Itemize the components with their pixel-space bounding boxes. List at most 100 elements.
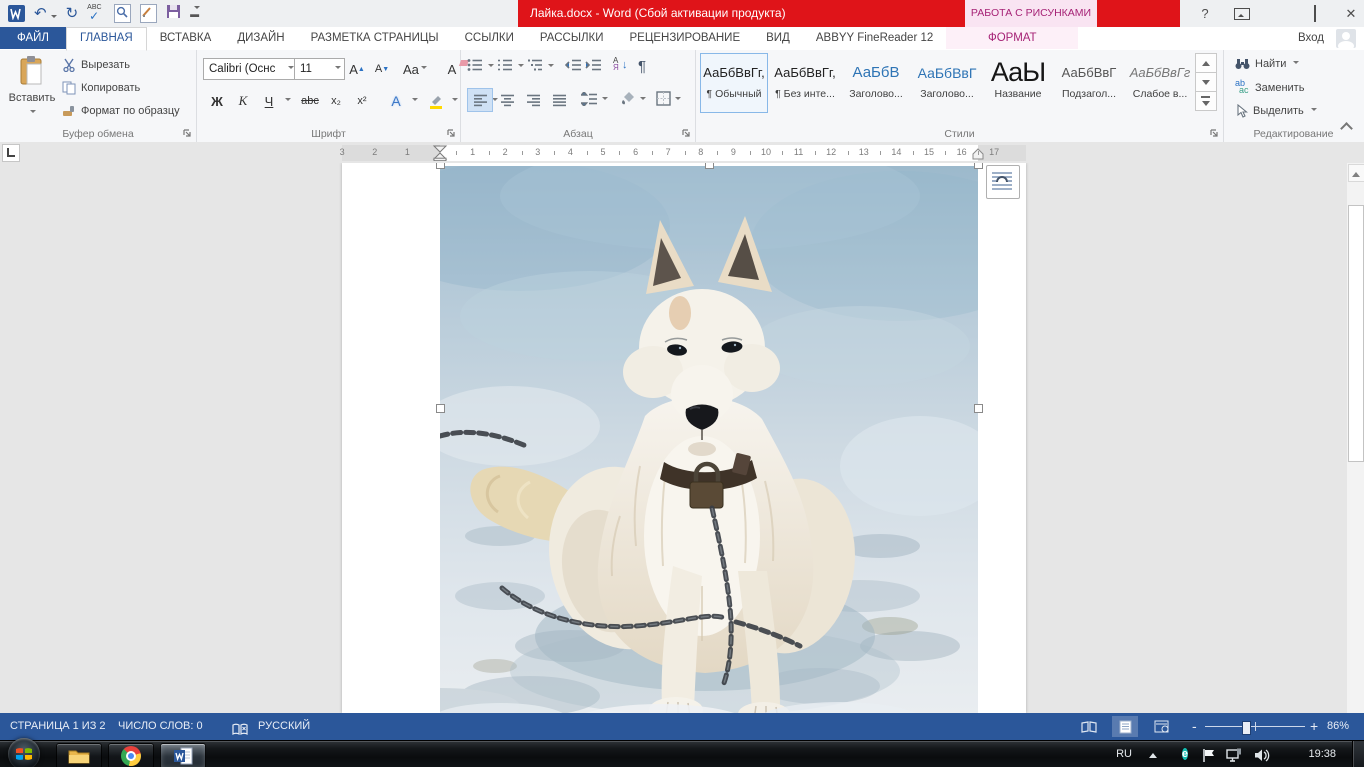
read-mode-button[interactable]	[1076, 716, 1102, 737]
clock[interactable]: 19:38	[1308, 741, 1336, 767]
cut-button[interactable]: Вырезать	[62, 58, 130, 72]
align-right-button[interactable]	[521, 89, 545, 111]
line-spacing-button[interactable]	[581, 92, 598, 109]
keyboard-language[interactable]: RU	[1116, 741, 1132, 767]
numbering-dropdown[interactable]	[518, 64, 524, 70]
tab-формат[interactable]: ФОРМАТ	[946, 27, 1078, 49]
layout-options-button[interactable]	[986, 165, 1020, 199]
styles-more-button[interactable]	[1195, 91, 1217, 111]
h-ruler[interactable]: 3211234567891011121314151617	[342, 145, 1026, 161]
underline-dropdown[interactable]	[285, 98, 291, 104]
edit-button[interactable]	[140, 4, 157, 23]
help-button[interactable]: ?	[1198, 6, 1212, 21]
page-indicator[interactable]: СТРАНИЦА 1 ИЗ 2	[10, 713, 106, 740]
tab-рассылки[interactable]: РАССЫЛКИ	[527, 27, 617, 49]
account-avatar[interactable]	[1336, 29, 1356, 48]
tab-ссылки[interactable]: ССЫЛКИ	[452, 27, 527, 49]
highlight-button[interactable]	[424, 90, 448, 112]
line-spacing-dropdown[interactable]	[602, 97, 608, 103]
paste-button[interactable]: Вставить	[6, 56, 58, 128]
image-handle-top-center[interactable]	[705, 163, 714, 169]
zoom-slider-thumb[interactable]	[1242, 721, 1251, 735]
borders-dropdown[interactable]	[675, 97, 681, 103]
indent-markers[interactable]	[429, 145, 451, 161]
ribbon-display-options-button[interactable]	[1234, 8, 1250, 20]
multilevel-dropdown[interactable]	[548, 64, 554, 70]
font-dialog-launcher[interactable]	[447, 129, 457, 139]
strikethrough-button[interactable]: abc	[298, 90, 322, 112]
decrease-indent-button[interactable]	[565, 58, 582, 75]
style-card-3[interactable]: АаБбВЗаголово...	[842, 53, 910, 113]
find-dropdown[interactable]	[1293, 61, 1299, 67]
collapse-ribbon-button[interactable]	[1342, 120, 1351, 138]
pilcrow-button[interactable]: ¶	[638, 58, 646, 75]
superscript-button[interactable]: x²	[350, 90, 374, 112]
scrollbar-thumb[interactable]	[1348, 205, 1364, 462]
increase-indent-button[interactable]	[585, 58, 602, 75]
text-effects-dropdown[interactable]	[412, 98, 418, 104]
shrink-font-button[interactable]: А▼	[370, 58, 394, 80]
tab-рецензирование[interactable]: РЕЦЕНЗИРОВАНИЕ	[617, 27, 754, 49]
grow-font-button[interactable]: А▲	[345, 58, 369, 80]
subscript-button[interactable]: x₂	[324, 90, 348, 112]
bold-button[interactable]: Ж	[205, 90, 229, 112]
zoom-out-button[interactable]: -	[1192, 713, 1197, 740]
taskbar-chrome-button[interactable]	[108, 743, 154, 767]
tab-дизайн[interactable]: ДИЗАЙН	[224, 27, 297, 49]
justify-button[interactable]	[547, 89, 571, 111]
image-handle-top-left[interactable]	[436, 163, 445, 169]
zoom-in-button[interactable]: +	[1310, 713, 1318, 740]
text-effects-button[interactable]: А	[384, 90, 408, 112]
multilevel-list-button[interactable]	[527, 58, 543, 75]
paragraph-dialog-launcher[interactable]	[682, 129, 692, 139]
scroll-up-button[interactable]	[1348, 164, 1364, 182]
tab-вид[interactable]: ВИД	[753, 27, 803, 49]
redo-button[interactable]: ↻	[66, 5, 79, 22]
language-indicator[interactable]: РУССКИЙ	[258, 713, 310, 740]
spelling-button[interactable]: ABC ✓	[87, 5, 105, 22]
eset-tray-icon[interactable]: e	[1182, 741, 1188, 767]
clipboard-dialog-launcher[interactable]	[183, 129, 193, 139]
borders-button[interactable]	[656, 91, 671, 109]
image-handle-left[interactable]	[436, 404, 445, 413]
sign-in-link[interactable]: Вход	[1298, 27, 1324, 50]
image-handle-right[interactable]	[974, 404, 983, 413]
volume-tray-icon[interactable]	[1254, 747, 1270, 767]
undo-button[interactable]: ↶	[34, 5, 47, 22]
sort-button[interactable]: А Я ↓	[613, 59, 631, 74]
tab-главная[interactable]: ГЛАВНАЯ	[66, 27, 147, 51]
customize-qat-button[interactable]: ▬	[190, 9, 200, 19]
select-button[interactable]: Выделить	[1235, 104, 1317, 118]
image-handle-top-right[interactable]	[974, 163, 983, 169]
web-layout-button[interactable]	[1148, 716, 1174, 737]
italic-button[interactable]: К	[231, 90, 255, 112]
font-size-combo[interactable]: 11	[294, 58, 345, 80]
shading-dropdown[interactable]	[640, 97, 646, 103]
tab-stop-selector[interactable]	[2, 144, 20, 162]
style-card-6[interactable]: АаБбВвГПодзагол...	[1055, 53, 1123, 113]
highlight-dropdown[interactable]	[452, 98, 458, 104]
style-card-2[interactable]: АаБбВвГг,¶ Без инте...	[771, 53, 839, 113]
style-card-7[interactable]: АаБбВвГгСлабое в...	[1126, 53, 1194, 113]
underline-button[interactable]: Ч	[257, 90, 281, 112]
show-desktop-button[interactable]	[1352, 741, 1364, 767]
shading-button[interactable]	[620, 91, 636, 109]
find-button[interactable]: Найти	[1235, 58, 1299, 70]
network-tray-icon[interactable]	[1226, 747, 1242, 767]
styles-scroll-down[interactable]	[1195, 72, 1217, 92]
font-name-combo[interactable]: Calibri (Оснс	[203, 58, 298, 80]
undo-dropdown[interactable]	[51, 15, 57, 21]
select-dropdown[interactable]	[1311, 108, 1317, 114]
align-center-button[interactable]	[495, 89, 519, 111]
dog-photo[interactable]	[440, 166, 978, 713]
bullets-button[interactable]	[467, 58, 483, 75]
close-button[interactable]: ✕	[1344, 6, 1358, 22]
document-scrollbar[interactable]	[1347, 163, 1364, 713]
tab-вставка[interactable]: ВСТАВКА	[147, 27, 225, 49]
style-card-4[interactable]: АаБбВвГЗаголово...	[913, 53, 981, 113]
start-button[interactable]	[8, 738, 40, 767]
print-layout-button[interactable]	[1112, 716, 1138, 737]
style-card-1[interactable]: АаБбВвГг,¶ Обычный	[700, 53, 768, 113]
align-left-button[interactable]	[467, 88, 493, 112]
styles-dialog-launcher[interactable]	[1210, 129, 1220, 139]
